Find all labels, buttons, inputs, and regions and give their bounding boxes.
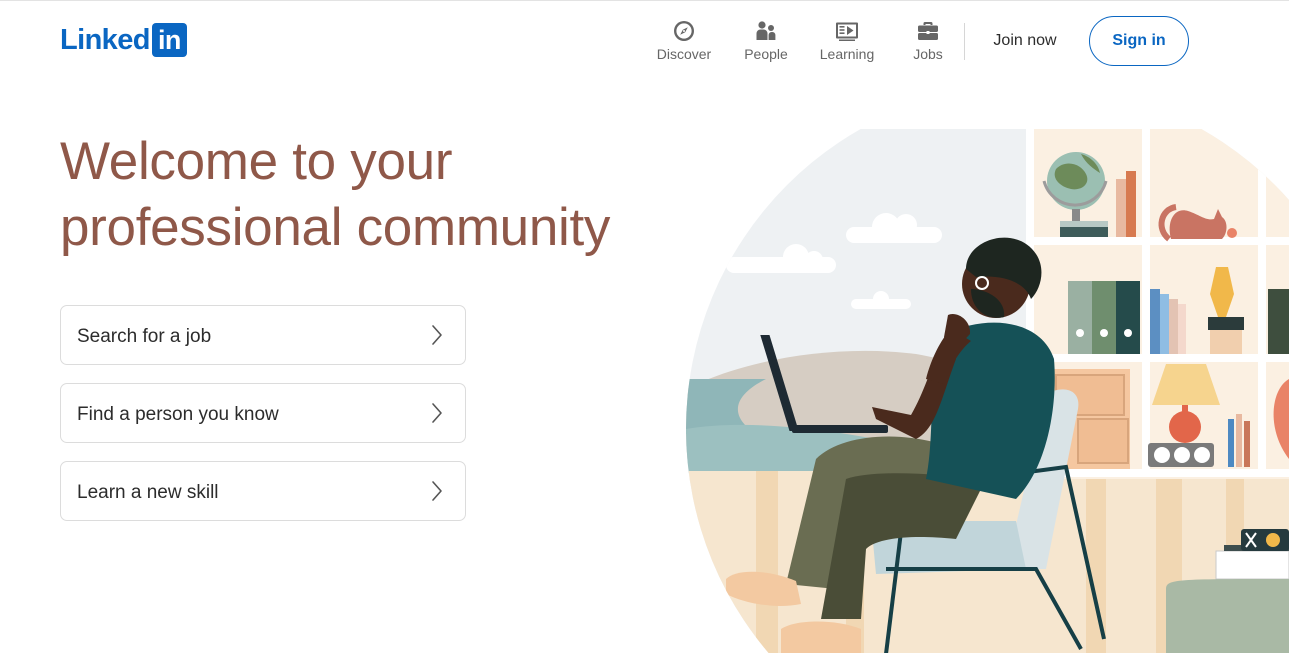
linkedin-landing-page: Linked in Discover People Learning Jobs … <box>0 0 1289 653</box>
learn-skill-option[interactable]: Learn a new skill <box>60 461 466 521</box>
hero-illustration <box>686 129 1289 653</box>
chevron-right-icon <box>432 325 442 345</box>
option-label: Search for a job <box>77 326 212 347</box>
chevron-right-icon <box>432 481 442 501</box>
radio <box>1241 529 1289 551</box>
shoe-right <box>781 621 861 653</box>
find-person-option[interactable]: Find a person you know <box>60 383 466 443</box>
nav-learning[interactable]: Learning <box>808 19 886 62</box>
people-icon <box>756 21 776 40</box>
hero-title: Welcome to your professional community <box>60 129 660 261</box>
nav-discover-label: Discover <box>656 46 712 62</box>
nav-people[interactable]: People <box>724 19 808 62</box>
logo-wordmark: Linked <box>60 24 150 56</box>
learning-video-icon <box>836 22 858 41</box>
compass-icon <box>674 21 694 41</box>
briefcase-icon <box>918 22 938 40</box>
nav-jobs-label: Jobs <box>913 46 943 62</box>
chevron-right-icon <box>432 403 442 423</box>
ottoman <box>1166 579 1289 653</box>
hero-title-line-2: professional community <box>60 198 611 257</box>
option-label: Learn a new skill <box>77 482 219 503</box>
illustration-scene <box>686 129 1289 653</box>
nav-people-label: People <box>744 46 788 62</box>
logo-in-badge: in <box>151 23 187 57</box>
hero-title-line-1: Welcome to your <box>60 132 453 191</box>
nav-learning-label: Learning <box>819 46 875 62</box>
top-nav: Discover People Learning Jobs <box>646 19 966 65</box>
nav-divider <box>964 23 965 60</box>
binders <box>1068 281 1140 354</box>
search-job-option[interactable]: Search for a job <box>60 305 466 365</box>
sign-in-button[interactable]: Sign in <box>1089 16 1189 66</box>
option-label: Find a person you know <box>77 404 279 425</box>
nav-discover[interactable]: Discover <box>646 19 722 62</box>
join-now-link[interactable]: Join now <box>978 23 1072 59</box>
linkedin-logo[interactable]: Linked in <box>60 23 187 57</box>
nav-jobs[interactable]: Jobs <box>890 19 966 62</box>
